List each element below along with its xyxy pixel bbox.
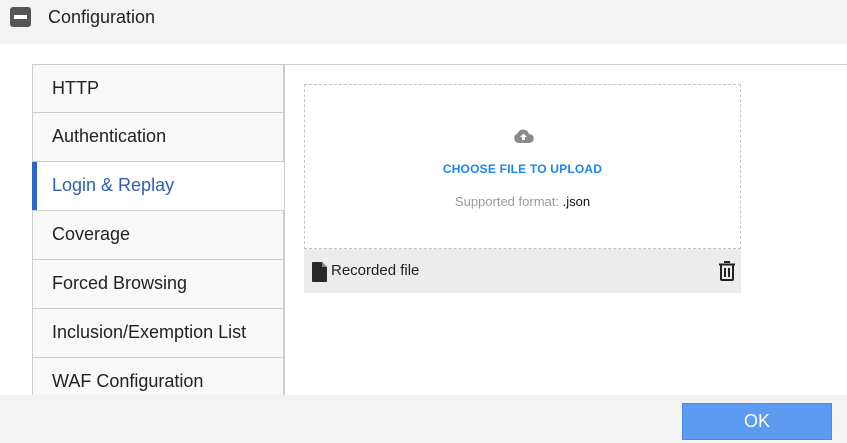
format-value: .json (562, 194, 591, 209)
tab-inclusion-exemption-list[interactable]: Inclusion/Exemption List (32, 309, 284, 358)
file-icon (312, 262, 327, 282)
file-drop-zone[interactable]: CHOOSE FILE TO UPLOAD Supported format: … (304, 84, 741, 249)
ok-button[interactable]: OK (682, 403, 832, 440)
cloud-upload-icon (514, 129, 534, 143)
dialog-title: Configuration (48, 7, 156, 27)
tab-login-replay[interactable]: Login & Replay (32, 162, 284, 211)
choose-file-link[interactable]: CHOOSE FILE TO UPLOAD (305, 162, 740, 176)
supported-format: Supported format: .json (305, 194, 740, 209)
file-name: Recorded file (331, 262, 420, 279)
tab-authentication[interactable]: Authentication (32, 113, 284, 162)
recorded-file-row: Recorded file (304, 249, 741, 293)
tab-waf-configuration[interactable]: WAF Configuration (32, 358, 284, 395)
tab-forced-browsing[interactable]: Forced Browsing (32, 260, 284, 309)
collapse-icon[interactable] (10, 7, 31, 27)
dialog-footer: OK (0, 395, 847, 443)
format-label: Supported format: (454, 194, 559, 209)
config-sidebar: HTTP Authentication Login & Replay Cover… (32, 64, 285, 395)
content-divider (285, 64, 847, 65)
tab-coverage[interactable]: Coverage (32, 211, 284, 260)
trash-icon[interactable] (718, 261, 736, 281)
dialog-header: Configuration (0, 0, 847, 44)
tab-http[interactable]: HTTP (32, 64, 284, 113)
